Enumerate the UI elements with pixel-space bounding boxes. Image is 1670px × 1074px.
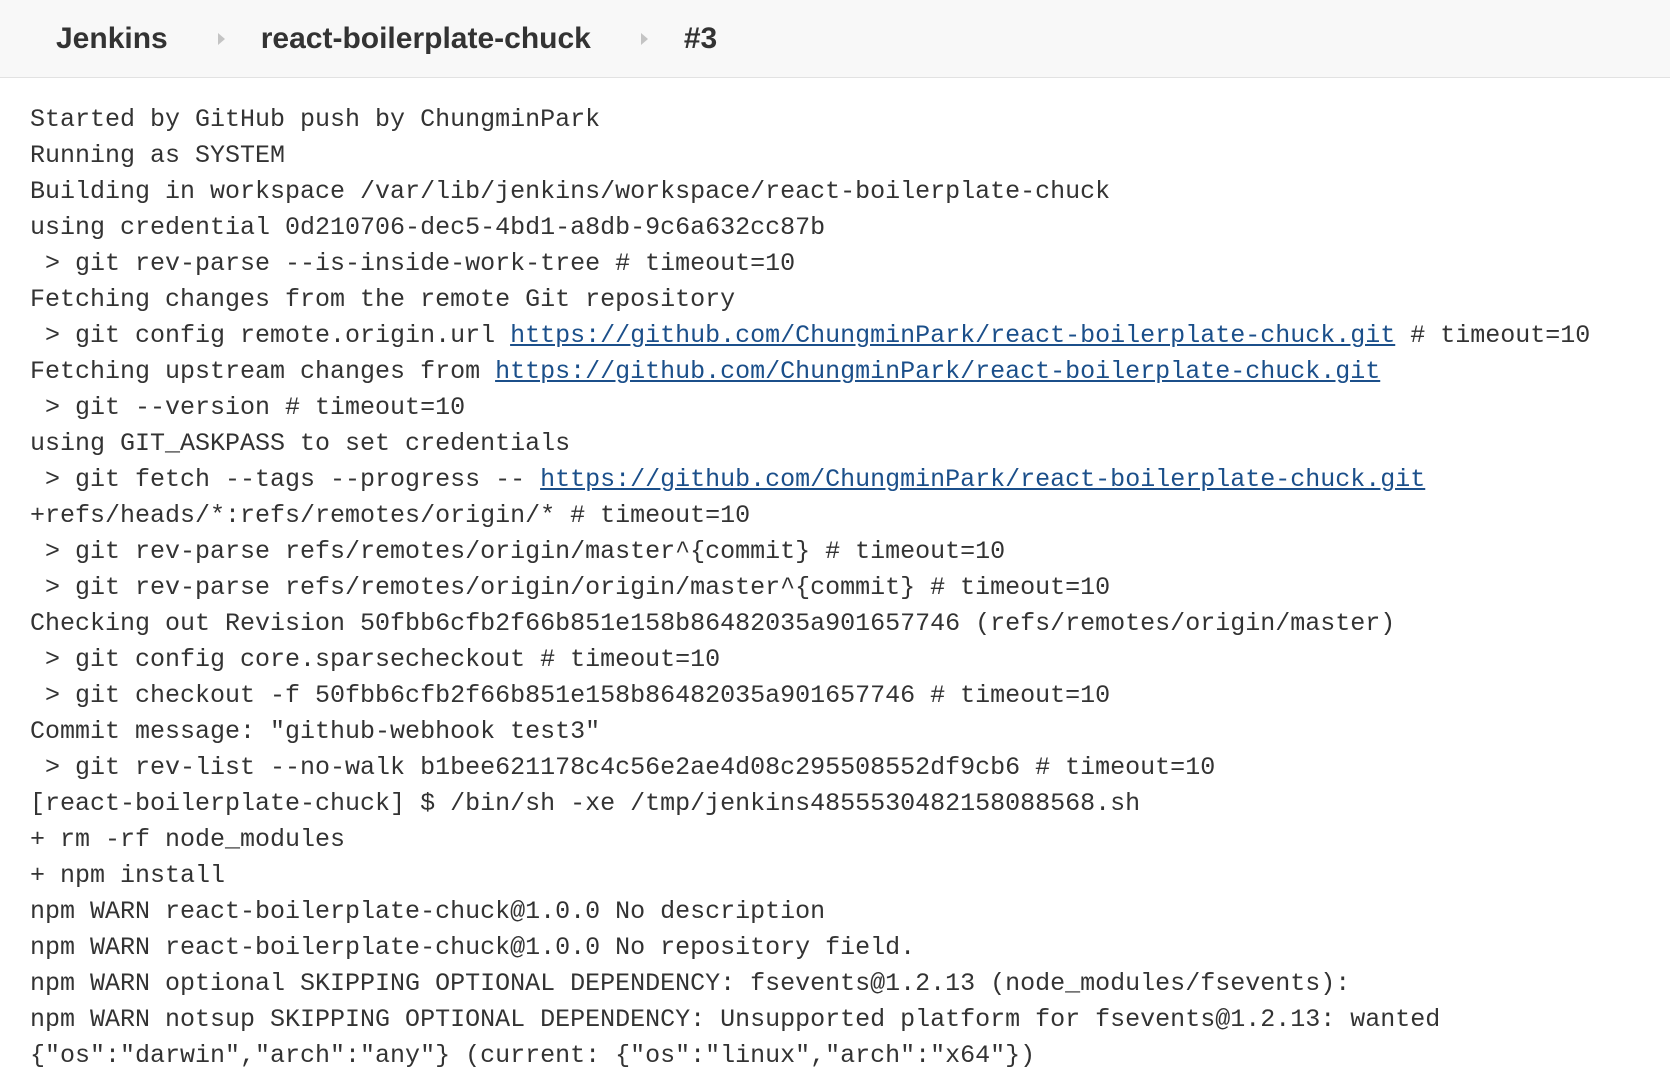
console-line: Started by GitHub push by ChungminPark [30,102,1670,138]
console-text: > git config core.sparsecheckout # timeo… [30,645,721,674]
repository-link[interactable]: https://github.com/ChungminPark/react-bo… [495,357,1380,386]
console-line: > git config remote.origin.url https://g… [30,318,1670,354]
breadcrumb-build-link[interactable]: #3 [684,22,717,56]
console-text: Commit message: "github-webhook test3" [30,717,601,746]
console-line: > git checkout -f 50fbb6cfb2f66b851e158b… [30,678,1670,714]
console-line: using GIT_ASKPASS to set credentials [30,426,1670,462]
console-text: + npm install [30,861,226,890]
console-line: npm WARN react-boilerplate-chuck@1.0.0 N… [30,894,1670,930]
console-line: Running as SYSTEM [30,138,1670,174]
breadcrumb-jenkins-link[interactable]: Jenkins [56,22,168,56]
console-line: Building in workspace /var/lib/jenkins/w… [30,174,1670,210]
console-text: using credential 0d210706-dec5-4bd1-a8db… [30,213,826,242]
console-line: > git rev-parse refs/remotes/origin/mast… [30,534,1670,570]
console-text: Running as SYSTEM [30,141,286,170]
breadcrumb-items: Jenkins react-boilerplate-chuck #3 [56,0,717,78]
console-text: npm WARN optional SKIPPING OPTIONAL DEPE… [30,969,1351,998]
console-line: > git fetch --tags --progress -- https:/… [30,462,1670,498]
console-text: Fetching upstream changes from [30,357,496,386]
console-line: Fetching changes from the remote Git rep… [30,282,1670,318]
console-line: Fetching upstream changes from https://g… [30,354,1670,390]
console-text: Checking out Revision 50fbb6cfb2f66b851e… [30,609,1396,638]
console-text: # timeout=10 [1395,321,1591,350]
console-line: > git rev-parse refs/remotes/origin/orig… [30,570,1670,606]
console-text: > git rev-parse refs/remotes/origin/orig… [30,573,1111,602]
console-line: [react-boilerplate-chuck] $ /bin/sh -xe … [30,786,1670,822]
console-text: > git fetch --tags --progress -- [30,465,541,494]
console-line: {"os":"darwin","arch":"any"} (current: {… [30,1038,1670,1074]
console-line: npm WARN optional SKIPPING OPTIONAL DEPE… [30,966,1670,1002]
console-text: > git rev-parse refs/remotes/origin/mast… [30,537,1006,566]
console-text: npm WARN react-boilerplate-chuck@1.0.0 N… [30,897,826,926]
console-line: + npm install [30,858,1670,894]
console-text: npm WARN notsup SKIPPING OPTIONAL DEPEND… [30,1005,1441,1034]
console-text: +refs/heads/*:refs/remotes/origin/* # ti… [30,501,751,530]
repository-link[interactable]: https://github.com/ChungminPark/react-bo… [510,321,1395,350]
console-text: + rm -rf node_modules [30,825,346,854]
console-line: Checking out Revision 50fbb6cfb2f66b851e… [30,606,1670,642]
console-text: Fetching changes from the remote Git rep… [30,285,736,314]
breadcrumb-job-link[interactable]: react-boilerplate-chuck [261,22,591,56]
console-line: npm WARN react-boilerplate-chuck@1.0.0 N… [30,930,1670,966]
console-line: > git rev-parse --is-inside-work-tree # … [30,246,1670,282]
console-line: > git --version # timeout=10 [30,390,1670,426]
console-text: > git --version # timeout=10 [30,393,466,422]
console-output: Started by GitHub push by ChungminPark Ru… [30,102,1670,1074]
console-text: > git config remote.origin.url [30,321,511,350]
console-line: Commit message: "github-webhook test3" [30,714,1670,750]
console-line: npm WARN notsup SKIPPING OPTIONAL DEPEND… [30,1002,1670,1038]
console-line: using credential 0d210706-dec5-4bd1-a8db… [30,210,1670,246]
repository-link[interactable]: https://github.com/ChungminPark/react-bo… [540,465,1425,494]
console-line: + rm -rf node_modules [30,822,1670,858]
console-text: Started by GitHub push by ChungminPark [30,105,601,134]
console-line: > git rev-list --no-walk b1bee621178c4c5… [30,750,1670,786]
chevron-right-icon [640,33,648,45]
console-text: npm WARN react-boilerplate-chuck@1.0.0 N… [30,933,916,962]
console-text: Building in workspace /var/lib/jenkins/w… [30,177,1111,206]
console-line: > git config core.sparsecheckout # timeo… [30,642,1670,678]
console-text: using GIT_ASKPASS to set credentials [30,429,571,458]
console-text: [react-boilerplate-chuck] $ /bin/sh -xe … [30,789,1141,818]
console-text: > git rev-list --no-walk b1bee621178c4c5… [30,753,1216,782]
breadcrumb: Jenkins react-boilerplate-chuck #3 [0,0,1670,78]
chevron-right-icon [217,33,225,45]
console-text: > git rev-parse --is-inside-work-tree # … [30,249,796,278]
console-text: > git checkout -f 50fbb6cfb2f66b851e158b… [30,681,1111,710]
console-line: +refs/heads/*:refs/remotes/origin/* # ti… [30,498,1670,534]
console-text: {"os":"darwin","arch":"any"} (current: {… [30,1041,1036,1070]
